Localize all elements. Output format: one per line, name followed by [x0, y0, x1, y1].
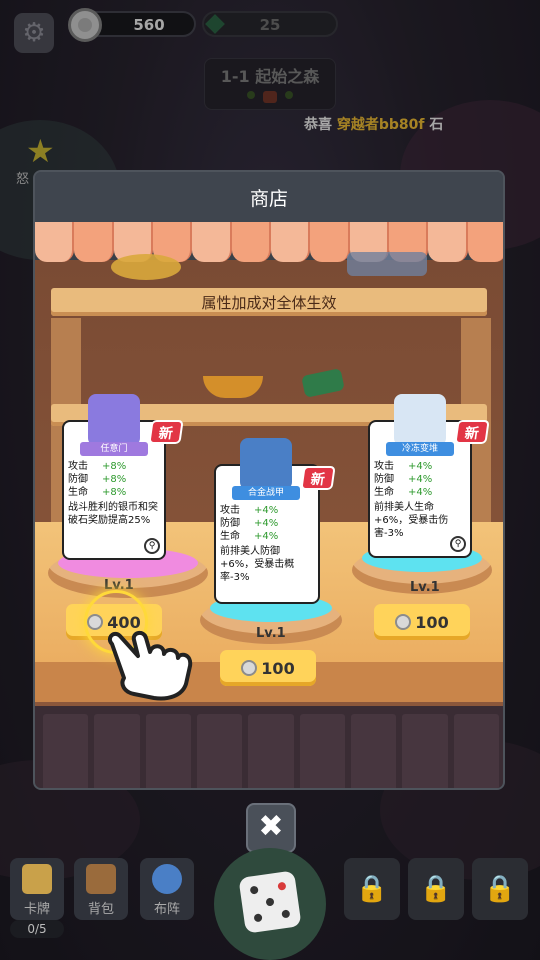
- silver-coin-icon: [395, 614, 412, 630]
- stat-row: 防御 +4%: [220, 518, 279, 529]
- gold-pile-icon: [111, 254, 181, 280]
- item-price: 100: [261, 658, 295, 678]
- stat-row: 防御 +8%: [68, 474, 127, 485]
- item-level: Lv.1: [256, 626, 286, 641]
- buy-button[interactable]: 100: [220, 650, 316, 686]
- formation-button[interactable]: 布阵: [140, 858, 194, 920]
- card-count: 0/5: [10, 920, 64, 938]
- silver-coin-icon: [241, 660, 258, 676]
- pointing-hand-icon: [107, 631, 193, 701]
- stat-row: 生命 +4%: [374, 487, 433, 498]
- door-item-icon: [88, 394, 140, 446]
- shop-awning: [35, 222, 503, 262]
- item-description: 战斗胜利的银币和突破石奖励提高25%: [68, 502, 158, 526]
- bag-label: 背包: [87, 902, 114, 917]
- zoom-icon[interactable]: ⚲: [450, 536, 466, 552]
- item-level: Lv.1: [410, 580, 440, 595]
- dice-icon: [238, 870, 302, 934]
- item-name: 合金战甲: [232, 486, 300, 500]
- cards-icon: [22, 864, 52, 894]
- item-price: 100: [415, 612, 449, 632]
- item-description: 前排美人生命+6%，受暴击伤害-3%: [374, 502, 449, 539]
- stat-row: 攻击 +8%: [68, 461, 127, 472]
- close-button[interactable]: ✖: [246, 803, 296, 853]
- cards-label: 卡牌: [23, 902, 50, 917]
- bag-button[interactable]: 背包: [74, 858, 128, 920]
- backpack-icon: [86, 864, 116, 894]
- new-badge: 新: [148, 420, 184, 444]
- locked-slot-lock-icon: 🔒: [408, 858, 464, 920]
- formation-icon: [152, 864, 182, 894]
- stat-row: 攻击 +4%: [220, 505, 279, 516]
- shop-drawers: [35, 706, 503, 788]
- stat-row: 生命 +8%: [68, 487, 127, 498]
- crystal-icon: [347, 252, 427, 276]
- formation-label: 布阵: [153, 902, 180, 917]
- locked-slot-lock-icon: 🔒: [344, 858, 400, 920]
- dice-roll-button[interactable]: [214, 848, 326, 960]
- stat-row: 生命 +4%: [220, 531, 279, 542]
- locked-slot-lock-icon: 🔒: [472, 858, 528, 920]
- new-badge: 新: [300, 466, 336, 490]
- stat-row: 防御 +4%: [374, 474, 433, 485]
- robot-item-icon: [394, 394, 446, 446]
- shop-title: 商店: [35, 172, 503, 222]
- shop-banner: 属性加成对全体生效: [51, 288, 487, 316]
- item-name: 冷冻变堆: [386, 442, 454, 456]
- new-badge: 新: [454, 420, 490, 444]
- bottom-dock: 卡牌 背包 布阵 0/5 🔒 🔒 🔒: [0, 848, 540, 960]
- zoom-icon[interactable]: ⚲: [144, 538, 160, 554]
- armor-item-icon: [240, 438, 292, 490]
- stat-row: 攻击 +4%: [374, 461, 433, 472]
- item-name: 任意门: [80, 442, 148, 456]
- item-description: 前排美人防御+6%，受暴击概率-3%: [220, 546, 295, 583]
- cards-button[interactable]: 卡牌: [10, 858, 64, 920]
- buy-button[interactable]: 100: [374, 604, 470, 640]
